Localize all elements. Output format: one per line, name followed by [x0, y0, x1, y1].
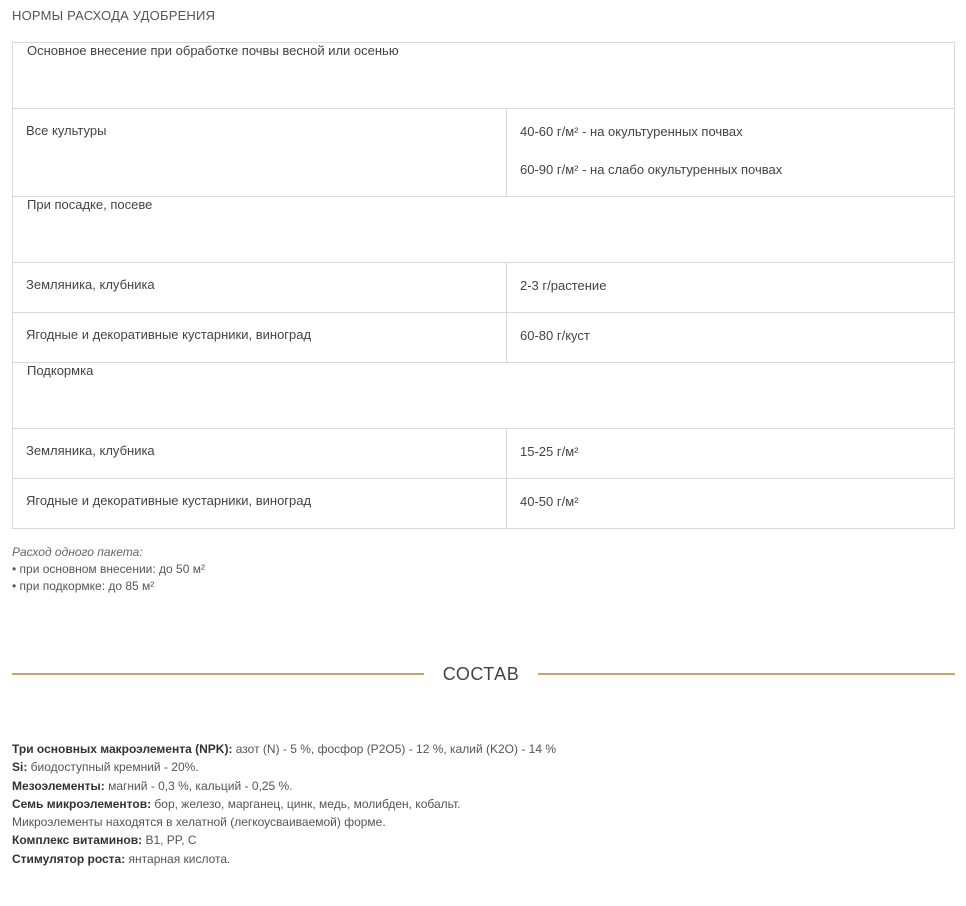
- composition-title: СОСТАВ: [442, 664, 520, 684]
- rate-value: 40-60 г/м² - на окультуренных почвах: [520, 124, 743, 139]
- composition-divider: СОСТАВ: [12, 664, 955, 686]
- composition-label: Si:: [12, 760, 28, 775]
- composition-label: Комплекс витаминов:: [12, 833, 143, 848]
- rate-value: 15-25 г/м²: [520, 444, 579, 459]
- composition-item: Стимулятор роста: янтарная кислота.: [12, 850, 556, 868]
- composition-text: Микроэлементы находятся в хелатной (легк…: [12, 815, 386, 830]
- table-row: Все культуры 40-60 г/м² - на окультуренн…: [12, 108, 955, 197]
- group-title: Подкормка: [12, 362, 955, 429]
- rate-value: 2-3 г/растение: [520, 278, 607, 293]
- crop-cell: Земляника, клубника: [12, 262, 507, 313]
- group-title: Основное внесение при обработке почвы ве…: [12, 42, 955, 109]
- note-heading: Расход одного пакета:: [12, 545, 143, 559]
- rate-cell: 40-50 г/м²: [506, 478, 955, 529]
- composition-label: Семь микроэлементов:: [12, 796, 152, 811]
- crop-cell: Земляника, клубника: [12, 428, 507, 479]
- table-group-header: Подкормка: [12, 362, 955, 429]
- section-title: НОРМЫ РАСХОДА УДОБРЕНИЯ: [12, 8, 216, 23]
- composition-text: магний - 0,3 %, кальций - 0,25 %.: [104, 778, 293, 793]
- composition-label: Три основных макроэлемента (NPK):: [12, 742, 233, 756]
- crop-cell: Ягодные и декоративные кустарники, виног…: [12, 478, 507, 529]
- composition-text: азот (N) - 5 %, фосфор (P2O5) - 12 %, ка…: [232, 742, 556, 756]
- composition-item: Микроэлементы находятся в хелатной (легк…: [12, 813, 556, 831]
- composition-text: бор, железо, марганец, цинк, медь, молиб…: [151, 796, 461, 811]
- divider-line-left: [12, 673, 424, 675]
- composition-label: Стимулятор роста:: [12, 851, 126, 866]
- rate-cell: 15-25 г/м²: [506, 428, 955, 479]
- composition-item: Три основных макроэлемента (NPK): азот (…: [12, 740, 556, 758]
- composition-text: биодоступный кремний - 20%.: [27, 760, 199, 775]
- composition-list: Три основных макроэлемента (NPK): азот (…: [12, 740, 556, 868]
- composition-text: B1, PP, C: [142, 833, 197, 848]
- package-consumption-note: Расход одного пакета: • при основном вне…: [12, 544, 205, 595]
- table-group-header: Основное внесение при обработке почвы ве…: [12, 42, 955, 109]
- table-row: Земляника, клубника 2-3 г/растение: [12, 262, 955, 313]
- note-line: • при подкормке: до 85 м²: [12, 579, 155, 593]
- crop-cell: Все культуры: [12, 108, 507, 197]
- note-line: • при основном внесении: до 50 м²: [12, 562, 205, 576]
- composition-text: янтарная кислота.: [125, 851, 231, 866]
- composition-label: Мезоэлементы:: [12, 778, 105, 793]
- composition-item: Семь микроэлементов: бор, железо, марган…: [12, 795, 556, 813]
- crop-cell: Ягодные и декоративные кустарники, виног…: [12, 312, 507, 363]
- rate-value: 40-50 г/м²: [520, 494, 579, 509]
- composition-item: Мезоэлементы: магний - 0,3 %, кальций - …: [12, 777, 556, 795]
- table-row: Ягодные и декоративные кустарники, виног…: [12, 478, 955, 529]
- rate-cell: 60-80 г/куст: [506, 312, 955, 363]
- rate-value: 60-80 г/куст: [520, 328, 590, 343]
- group-title: При посадке, посеве: [12, 196, 955, 263]
- application-rates-table: Основное внесение при обработке почвы ве…: [12, 42, 955, 529]
- rate-value: 60-90 г/м² - на слабо окультуренных почв…: [520, 162, 783, 177]
- table-row: Ягодные и декоративные кустарники, виног…: [12, 312, 955, 363]
- composition-item: Комплекс витаминов: B1, PP, C: [12, 831, 556, 849]
- table-group-header: При посадке, посеве: [12, 196, 955, 263]
- composition-item: Si: биодоступный кремний - 20%.: [12, 758, 556, 776]
- rate-cell: 2-3 г/растение: [506, 262, 955, 313]
- divider-line-right: [538, 673, 955, 675]
- rate-cell: 40-60 г/м² - на окультуренных почвах 60-…: [506, 108, 955, 197]
- table-row: Земляника, клубника 15-25 г/м²: [12, 428, 955, 479]
